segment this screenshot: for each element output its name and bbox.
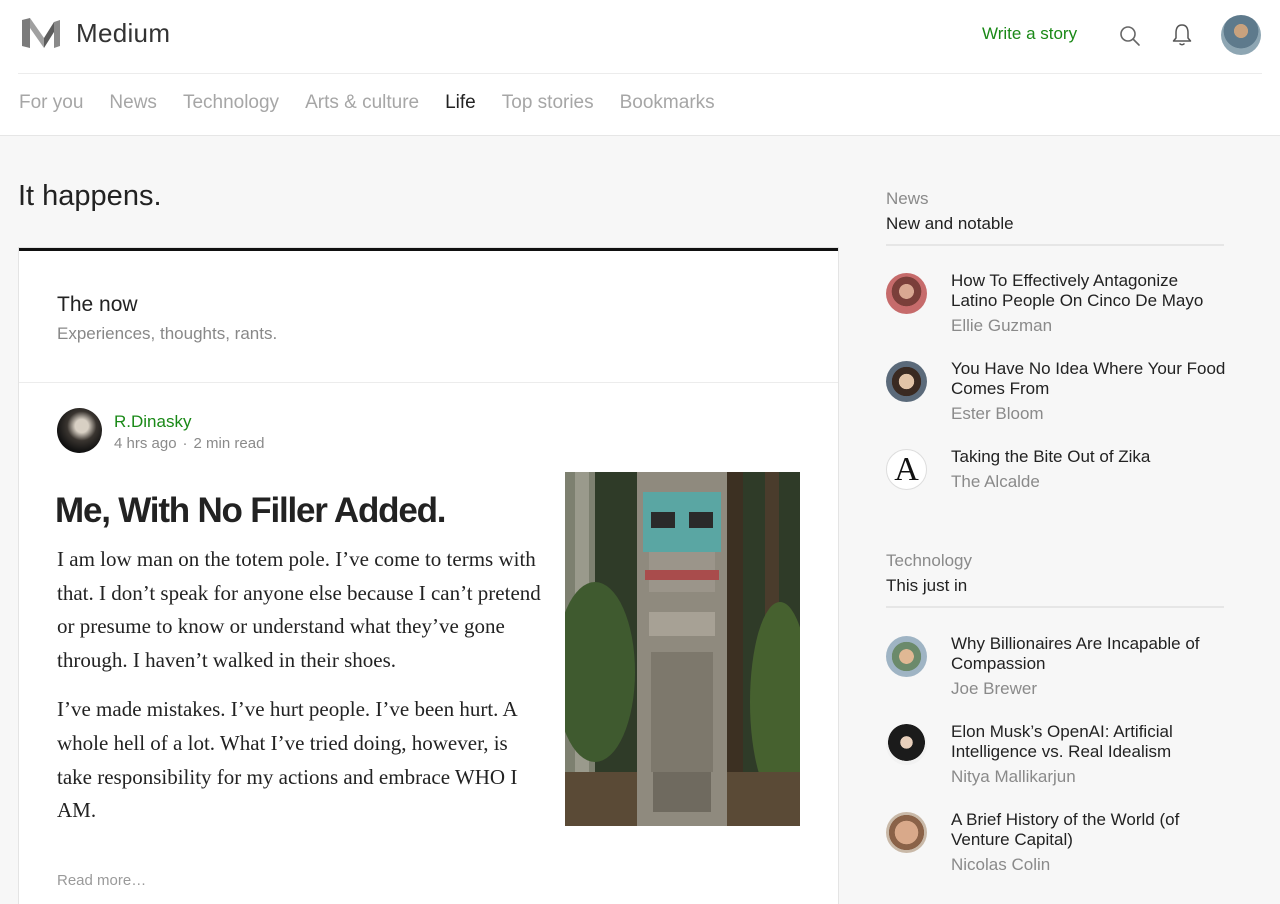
tab-top-stories[interactable]: Top stories: [502, 92, 594, 114]
read-more-link[interactable]: Read more…: [57, 872, 146, 889]
story-author-avatar: A: [886, 449, 927, 490]
story-author[interactable]: Joe Brewer: [951, 679, 1037, 699]
sidebar-kicker[interactable]: Technology: [886, 551, 1224, 571]
story-author-avatar: [886, 273, 927, 314]
meta-separator: ·: [182, 435, 188, 452]
search-icon[interactable]: [1118, 24, 1142, 48]
section-header: The now Experiences, thoughts, rants.: [19, 251, 838, 383]
sidebar-story[interactable]: A Brief History of the World (of Venture…: [886, 810, 1226, 886]
post-paragraph: I am low man on the totem pole. I’ve com…: [57, 547, 541, 672]
story-author[interactable]: Ester Bloom: [951, 404, 1044, 424]
story-author[interactable]: Ellie Guzman: [951, 316, 1052, 336]
bell-icon[interactable]: [1170, 22, 1194, 48]
medium-m-logo-icon: [22, 18, 60, 48]
story-title[interactable]: You Have No Idea Where Your Food Comes F…: [951, 359, 1226, 399]
sidebar-news-header: News New and notable: [886, 189, 1224, 246]
post-paragraph: I’ve made mistakes. I’ve hurt people. I’…: [57, 697, 518, 823]
author-avatar[interactable]: [57, 408, 102, 453]
story-author[interactable]: The Alcalde: [951, 472, 1040, 492]
section-title[interactable]: The now: [57, 293, 138, 317]
section-subtitle: Experiences, thoughts, rants.: [57, 324, 278, 343]
story-title[interactable]: A Brief History of the World (of Venture…: [951, 810, 1226, 850]
sidebar-story[interactable]: A Taking the Bite Out of Zika The Alcald…: [886, 447, 1226, 523]
tab-arts-culture[interactable]: Arts & culture: [305, 92, 419, 114]
user-avatar[interactable]: [1221, 15, 1261, 55]
story-author-avatar: [886, 724, 927, 765]
alcalde-letter-logo: A: [894, 450, 919, 488]
sidebar-story[interactable]: Why Billionaires Are Incapable of Compas…: [886, 634, 1226, 710]
medium-logo[interactable]: Medium: [20, 16, 170, 50]
author-name-link[interactable]: R.Dinasky: [114, 412, 191, 432]
story-title[interactable]: Why Billionaires Are Incapable of Compas…: [951, 634, 1226, 674]
story-author-avatar: [886, 812, 927, 853]
post-time: 4 hrs ago: [114, 435, 177, 452]
totem-pole-image[interactable]: [565, 472, 800, 826]
post-meta: 4 hrs ago · 2 min read: [114, 435, 264, 452]
tab-for-you[interactable]: For you: [19, 92, 83, 114]
story-author[interactable]: Nitya Mallikarjun: [951, 767, 1076, 787]
sidebar-technology-header: Technology This just in: [886, 551, 1224, 608]
post-card: The now Experiences, thoughts, rants. R.…: [19, 248, 838, 904]
topic-nav: For you News Technology Arts & culture L…: [19, 92, 715, 114]
story-title[interactable]: Elon Musk’s OpenAI: Artificial Intellige…: [951, 722, 1226, 762]
sidebar-title[interactable]: New and notable: [886, 214, 1224, 246]
sidebar-story[interactable]: Elon Musk’s OpenAI: Artificial Intellige…: [886, 722, 1226, 798]
story-author-avatar: [886, 361, 927, 402]
story-title[interactable]: Taking the Bite Out of Zika: [951, 447, 1226, 467]
write-story-link[interactable]: Write a story: [982, 24, 1077, 44]
post-excerpt[interactable]: I am low man on the totem pole. I’ve com…: [57, 543, 542, 844]
post-title[interactable]: Me, With No Filler Added.: [55, 491, 447, 531]
story-author-avatar: [886, 636, 927, 677]
tab-bookmarks[interactable]: Bookmarks: [620, 92, 715, 114]
brand-name: Medium: [76, 17, 171, 48]
read-time: 2 min read: [193, 435, 265, 452]
story-title[interactable]: How To Effectively Antagonize Latino Peo…: [951, 271, 1226, 311]
sidebar-story[interactable]: You Have No Idea Where Your Food Comes F…: [886, 359, 1226, 435]
tab-technology[interactable]: Technology: [183, 92, 279, 114]
top-bar: Medium Write a story For you News Techno…: [0, 0, 1280, 136]
header-divider: [18, 73, 1262, 74]
page-title: It happens.: [18, 180, 162, 212]
sidebar-story[interactable]: How To Effectively Antagonize Latino Peo…: [886, 271, 1226, 347]
tab-news[interactable]: News: [109, 92, 157, 114]
sidebar-kicker[interactable]: News: [886, 189, 1224, 209]
tab-life[interactable]: Life: [445, 92, 476, 114]
story-author[interactable]: Nicolas Colin: [951, 855, 1050, 875]
sidebar-title[interactable]: This just in: [886, 576, 1224, 608]
